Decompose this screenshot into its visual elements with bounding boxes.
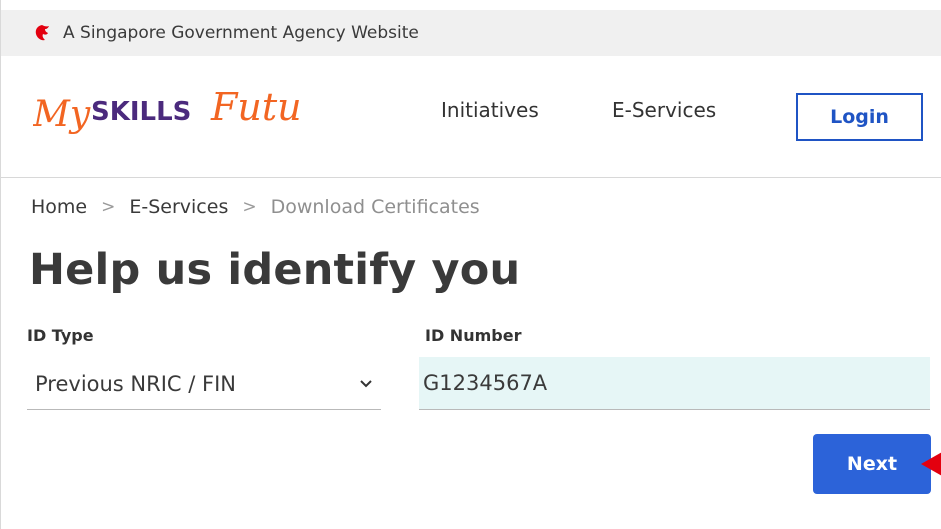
myskillsfuture-logo[interactable]: My SKILLS Futu [32, 74, 323, 162]
id-type-label: ID Type [27, 326, 94, 345]
id-type-select[interactable]: Previous NRIC / FIN [27, 358, 381, 410]
svg-text:My: My [33, 94, 91, 135]
svg-text:Futu: Futu [210, 85, 302, 129]
breadcrumb: Home > E-Services > Download Certificate… [31, 196, 480, 218]
id-number-input[interactable] [419, 357, 930, 410]
nav-initiatives[interactable]: Initiatives [441, 98, 539, 122]
singapore-lion-icon [33, 24, 51, 42]
page: A Singapore Government Agency Website My… [0, 0, 941, 529]
svg-text:SKILLS: SKILLS [91, 97, 191, 127]
breadcrumb-current: Download Certificates [270, 196, 480, 218]
breadcrumb-separator: > [242, 197, 257, 217]
id-number-label: ID Number [425, 326, 522, 345]
nav-eservices[interactable]: E-Services [612, 98, 716, 122]
gov-masthead: A Singapore Government Agency Website [1, 10, 941, 56]
page-title: Help us identify you [29, 245, 521, 295]
login-button[interactable]: Login [796, 93, 923, 141]
breadcrumb-home[interactable]: Home [31, 196, 87, 218]
breadcrumb-separator: > [101, 197, 116, 217]
next-button[interactable]: Next [813, 434, 931, 494]
id-type-value: Previous NRIC / FIN [35, 371, 236, 396]
masthead-text: A Singapore Government Agency Website [63, 23, 419, 43]
breadcrumb-eservices[interactable]: E-Services [129, 196, 228, 218]
annotation-arrow-icon [921, 452, 941, 476]
site-header: My SKILLS Futu Initiatives E-Services Lo… [1, 56, 941, 178]
chevron-down-icon [359, 376, 373, 390]
